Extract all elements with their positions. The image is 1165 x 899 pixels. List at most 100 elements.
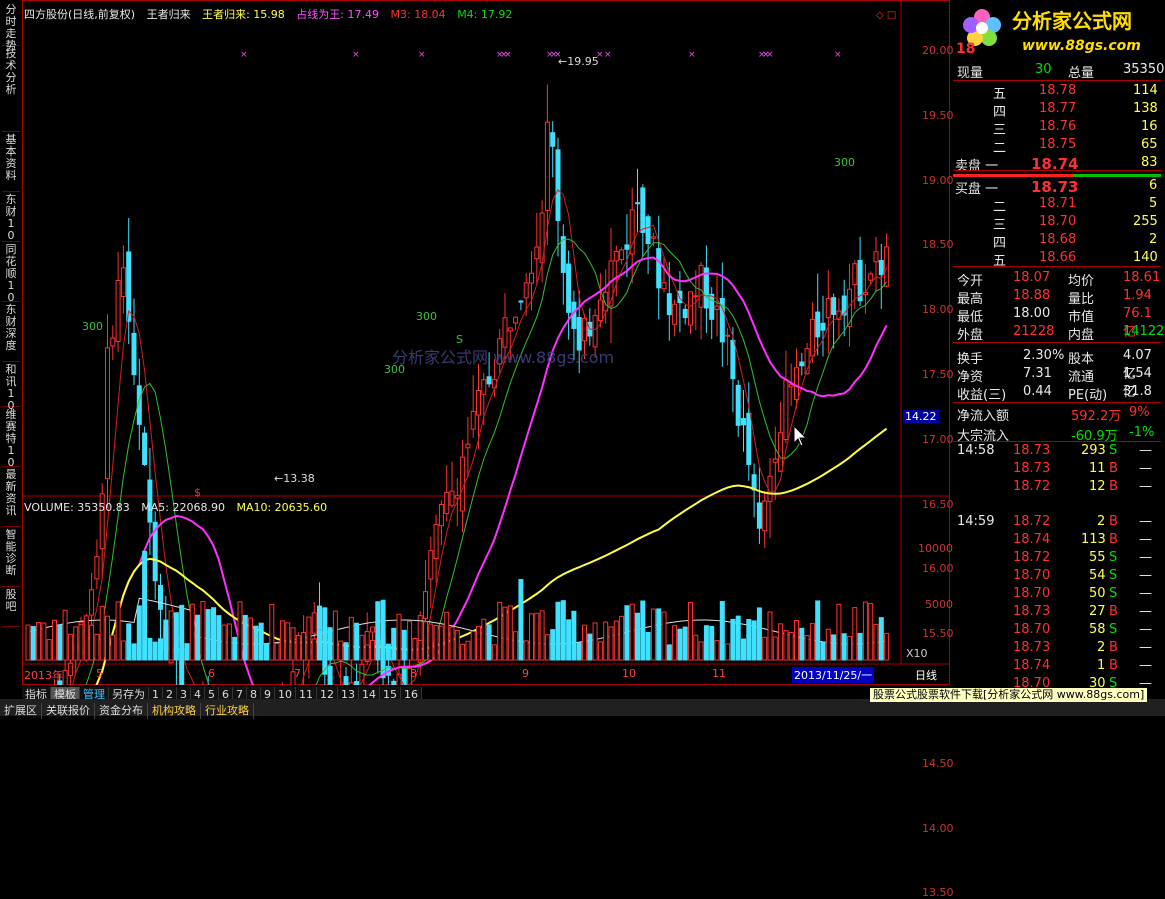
sidebar-item-5[interactable]: 东财深度	[2, 302, 20, 362]
volume-bar	[762, 636, 768, 661]
price-tick: 14.50	[922, 756, 954, 770]
candle	[449, 490, 455, 506]
volume-bar	[725, 643, 731, 661]
volume-bar	[67, 633, 73, 661]
quote-cell: 18.73	[1013, 640, 1051, 655]
signal-label: 300	[416, 310, 437, 323]
volume-bar	[862, 601, 868, 661]
bid-row-2: 二 18.71 5	[953, 196, 1161, 215]
panel-tab-1[interactable]: 关联报价	[42, 703, 95, 719]
volume-bar	[714, 640, 720, 661]
quote-cell: 18.88	[1013, 288, 1051, 303]
volume-bar	[841, 633, 847, 661]
candle	[778, 432, 784, 472]
stat-row: 外盘 21228 内盘 14122	[953, 324, 1164, 343]
volume-bar	[105, 615, 110, 661]
volume-bar	[338, 640, 344, 661]
candle	[317, 605, 322, 630]
volume-bar	[783, 630, 789, 661]
panel-tab-0[interactable]: 扩展区	[0, 703, 42, 719]
quote-cell: 50	[1089, 586, 1106, 601]
volume-bar	[635, 612, 640, 661]
volume-bar	[370, 640, 375, 661]
volume-bar	[794, 620, 799, 661]
price-tick: 17.00	[922, 432, 954, 446]
sidebar-item-10[interactable]: 股吧	[2, 587, 20, 627]
volume-bar	[703, 625, 709, 661]
volume-bar	[587, 633, 593, 661]
date-tick: 11	[712, 667, 726, 680]
separator	[953, 170, 1161, 171]
candle	[523, 282, 529, 299]
quote-cell: 18.70	[1013, 586, 1051, 601]
volume-bar	[311, 638, 317, 661]
candle	[438, 504, 444, 527]
candle	[762, 500, 768, 532]
candle	[582, 317, 587, 342]
tick-row: 14:59 18.72 2 B —	[953, 514, 1161, 532]
quote-cell: —	[1139, 532, 1152, 547]
volume-bar	[264, 643, 269, 661]
signal-marker: ×	[418, 50, 426, 60]
volume-ma10: MA10: 20635.60	[236, 501, 328, 514]
sidebar-item-1[interactable]: 技术分析	[2, 46, 20, 132]
volume-bar	[868, 603, 874, 661]
volume-bar	[788, 631, 794, 661]
volume-bar	[857, 632, 863, 661]
separator	[953, 80, 1161, 81]
price-tick: 18.50	[922, 238, 954, 252]
tick-row: 18.74 1 B —	[953, 658, 1161, 676]
quote-cell: S	[1109, 443, 1118, 458]
volume-bar	[730, 618, 736, 661]
candle	[592, 314, 598, 348]
candle	[613, 250, 619, 262]
sidebar-item-8[interactable]: 最新资讯	[2, 467, 20, 527]
volume-bar	[809, 623, 815, 661]
volume-tick: 5000	[925, 598, 953, 611]
volume-bar	[279, 620, 285, 661]
quote-cell: —	[1139, 604, 1152, 619]
sidebar-item-7[interactable]: 维赛特10	[2, 407, 20, 469]
quote-cell: B	[1109, 658, 1118, 673]
indicator-line-1: 王者归来: 15.98	[202, 8, 285, 21]
price-tick: 13.50	[922, 886, 954, 899]
volume-bar	[423, 621, 428, 661]
quote-cell: 流通	[1068, 370, 1095, 385]
volume-bar	[560, 600, 566, 661]
quote-cell: 138	[1133, 101, 1158, 116]
quote-cell: 最高	[957, 292, 984, 307]
date-cursor-label: 2013/11/25/一	[792, 667, 875, 683]
panel-tab-2[interactable]: 资金分布	[95, 703, 148, 719]
volume-bar	[380, 599, 386, 661]
quote-cell: 18.68	[1039, 232, 1077, 247]
quote-cell: 量比	[1068, 292, 1095, 307]
panel-tab-3[interactable]: 机构攻略	[148, 703, 201, 719]
volume-bar	[491, 644, 497, 661]
chart-area[interactable]: × × × × × × × × × × × × × × × × ←19.95 ←13.38 300 300 300 300…	[22, 0, 950, 685]
candle	[89, 589, 95, 616]
sidebar-item-0[interactable]: 分时走势	[2, 2, 20, 52]
price-chart[interactable]: × × × ××× ××× × × × ××× ×←19.95←13.38300300300300…	[22, 0, 950, 685]
quote-cell: 内盘	[1068, 328, 1095, 343]
volume-bar	[73, 626, 79, 661]
tick-row: 18.70 50 S —	[953, 586, 1161, 604]
volume-bar	[460, 643, 466, 661]
sidebar-item-4[interactable]: 同花顺10	[2, 242, 20, 304]
ad-banner[interactable]: 股票公式股票软件下载[分析家公式网 www.88gs.com]	[870, 688, 1148, 702]
volume-bar	[444, 611, 450, 661]
volume-bar	[751, 620, 757, 661]
quote-cell: 18.73	[1013, 604, 1051, 619]
volume-bar	[211, 607, 216, 661]
panel-tab-4[interactable]: 行业攻略	[201, 703, 254, 719]
stat-row: 今开 18.07 均价 18.61	[953, 270, 1161, 289]
volume-bar	[640, 600, 646, 661]
sidebar-item-9[interactable]: 智能诊断	[2, 527, 20, 587]
sidebar-item-3[interactable]: 东财10	[2, 192, 20, 242]
quote-cell: 31.8	[1123, 384, 1152, 399]
quote-cell: 27	[1089, 604, 1106, 619]
quote-cell: 30	[1035, 62, 1052, 77]
sidebar-item-2[interactable]: 基本资料	[2, 132, 20, 192]
sidebar-item-6[interactable]: 和讯10	[2, 362, 20, 412]
volume-bar	[115, 601, 121, 661]
volume-bar	[89, 624, 95, 661]
